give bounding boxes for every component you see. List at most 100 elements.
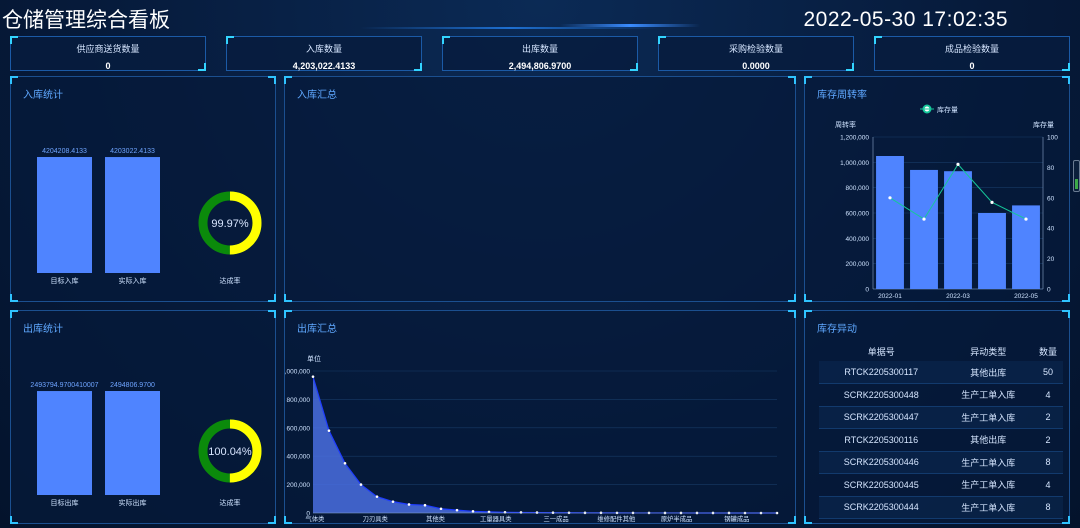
x-tick-label: 其他类 [426, 514, 446, 523]
y-tick-right: 0 [1047, 287, 1051, 294]
y-tick-left: 400,000 [846, 236, 870, 243]
legend-label: 库存量 [937, 105, 958, 114]
x-tick-label: 三一成品 [543, 514, 568, 523]
table-row[interactable]: SCRK2205300447 生产工单入库 2 [819, 406, 1063, 429]
turnover-bar [876, 156, 904, 289]
table-row[interactable]: RTCK2205300116 其他出库 2 [819, 428, 1063, 452]
cell-doc-no: RTCK2205300116 [819, 428, 944, 452]
cell-doc-no: RTCK2205300117 [819, 361, 944, 384]
area-point [359, 483, 363, 486]
x-tick-label: 2022-01 [878, 293, 902, 300]
table-row[interactable]: SCRK2205300445 生产工单入库 4 [819, 473, 1063, 497]
cell-doc-no: SCRK2205300446 [819, 451, 944, 474]
stat-label: 入库数量 [305, 44, 342, 54]
side-scroll-handle[interactable] [1073, 160, 1080, 192]
cell-change-type: 其他出库 [943, 361, 1034, 384]
bar-value-label: 4204208.4133 [42, 148, 87, 155]
y-tick-right: 40 [1047, 226, 1055, 233]
y-tick-label: 200,000 [287, 482, 311, 489]
bar-0 [37, 391, 92, 495]
cell-qty: 8 [1033, 496, 1063, 519]
inbound-chart: 4204208.4133 目标入库 4203022.4133 实际入库 99.97% 达成… [37, 148, 262, 285]
ring-label: 达成率 [220, 498, 241, 507]
bar-category-label: 目标出库 [51, 498, 79, 507]
stock-point [956, 162, 960, 166]
outbound-chart: 2493794.9700410007 目标出库 2494806.9700 实际出库 10… [30, 382, 262, 507]
stat-inbound-qty: 入库数量 4,203,022.4133 [226, 36, 422, 71]
column-header-change-type: 异动类型 [970, 346, 1007, 357]
bar-1 [105, 157, 160, 273]
y-tick-right: 100 [1047, 135, 1058, 142]
column-header-doc-no: 单据号 [867, 346, 895, 357]
bar-0 [37, 157, 92, 273]
bar-category-label: 实际入库 [119, 276, 147, 285]
table-row[interactable]: SCRK2205300444 生产工单入库 8 [819, 496, 1063, 519]
x-tick-label: 工量器具类 [480, 514, 512, 523]
stat-product-inspection: 成品检验数量 0 [874, 36, 1070, 71]
stock-point [990, 200, 994, 204]
y-tick-left: 0 [865, 287, 869, 294]
area-fill [313, 376, 777, 513]
y-tick-left: 1,200,000 [840, 135, 869, 142]
cell-qty: 8 [1033, 451, 1063, 474]
datetime-display: 2022-05-30 17:02:35 [803, 8, 1008, 31]
cell-change-type: 生产工单入库 [943, 473, 1034, 497]
bar-category-label: 实际出库 [119, 498, 147, 507]
x-tick-label: 2022-05 [1014, 293, 1038, 300]
stat-label: 采购检验数量 [728, 44, 783, 54]
cell-doc-no: SCRK2205300445 [819, 473, 944, 497]
table-row[interactable]: SCRK2205300446 生产工单入库 8 [819, 451, 1063, 474]
stock-change-table: 单据号 异动类型 数量 RTCK2205300117 其他出库 50 SCRK220… [819, 341, 1063, 519]
panel-title: 库存异动 [817, 324, 857, 335]
table-row[interactable]: SCRK2205300448 生产工单入库 4 [819, 383, 1063, 407]
y-tick-left: 200,000 [846, 261, 870, 268]
y-tick-label: 800,000 [287, 397, 311, 404]
header-divider [360, 27, 660, 29]
area-line [312, 376, 778, 514]
cell-change-type: 其他出库 [943, 428, 1034, 452]
header-accent [560, 24, 700, 27]
area-point [439, 507, 443, 511]
stock-point [1024, 217, 1028, 221]
stock-point [922, 217, 926, 221]
x-tick-label: 刀刃具类 [363, 514, 389, 523]
cell-change-type: 生产工单入库 [943, 406, 1034, 429]
stat-value: 0 [969, 61, 975, 71]
bar-value-label: 4203022.4133 [110, 148, 155, 155]
ring-percent-text: 99.97% [211, 218, 249, 230]
area-point [535, 511, 539, 514]
cell-change-type: 生产工单入库 [943, 496, 1034, 519]
panel-inbound-stats: 入库统计 4204208.4133 目标入库 4203022.4133 实际入库 99.… [10, 76, 276, 302]
turnover-bar [944, 171, 972, 289]
y-axis-title: 单位 [307, 354, 321, 363]
cell-doc-no: SCRK2205300448 [819, 383, 944, 407]
table-row[interactable]: RTCK2205300117 其他出库 50 [819, 361, 1063, 384]
bar-value-label: 2494806.9700 [110, 382, 155, 389]
ring-label: 达成率 [220, 276, 241, 285]
cell-qty: 2 [1033, 406, 1063, 429]
y-axis-right-title: 库存量 [1033, 120, 1054, 129]
y-tick-label: 1,000,000 [285, 369, 310, 376]
area-point [311, 375, 315, 378]
panel-inbound-summary: 入库汇总 [284, 76, 796, 302]
panel-turnover: 库存周转率 库存量 周转率 库存量 0 200,000 400,000 600,000 800… [804, 76, 1070, 302]
cell-qty: 2 [1033, 428, 1063, 452]
bar-1 [105, 391, 160, 495]
stat-value: 0.0000 [742, 61, 770, 71]
bar-value-label: 2493794.9700410007 [30, 382, 98, 389]
area-point [455, 508, 459, 512]
turnover-bar [978, 213, 1006, 289]
area-point [519, 511, 523, 514]
y-tick-left: 800,000 [846, 185, 870, 192]
y-tick-right: 20 [1047, 256, 1055, 263]
bar-category-label: 目标入库 [51, 276, 79, 285]
ring-percent-text: 100.04% [208, 446, 252, 458]
stat-outbound-qty: 出库数量 2,494,806.9700 [442, 36, 638, 71]
cell-change-type: 生产工单入库 [943, 383, 1034, 407]
stat-label: 供应商送货数量 [76, 44, 140, 54]
cell-change-type: 生产工单入库 [943, 451, 1034, 474]
area-point [423, 503, 427, 507]
stat-value: 0 [105, 61, 111, 71]
cell-doc-no: SCRK2205300447 [819, 406, 944, 429]
column-header-qty: 数量 [1039, 346, 1058, 357]
